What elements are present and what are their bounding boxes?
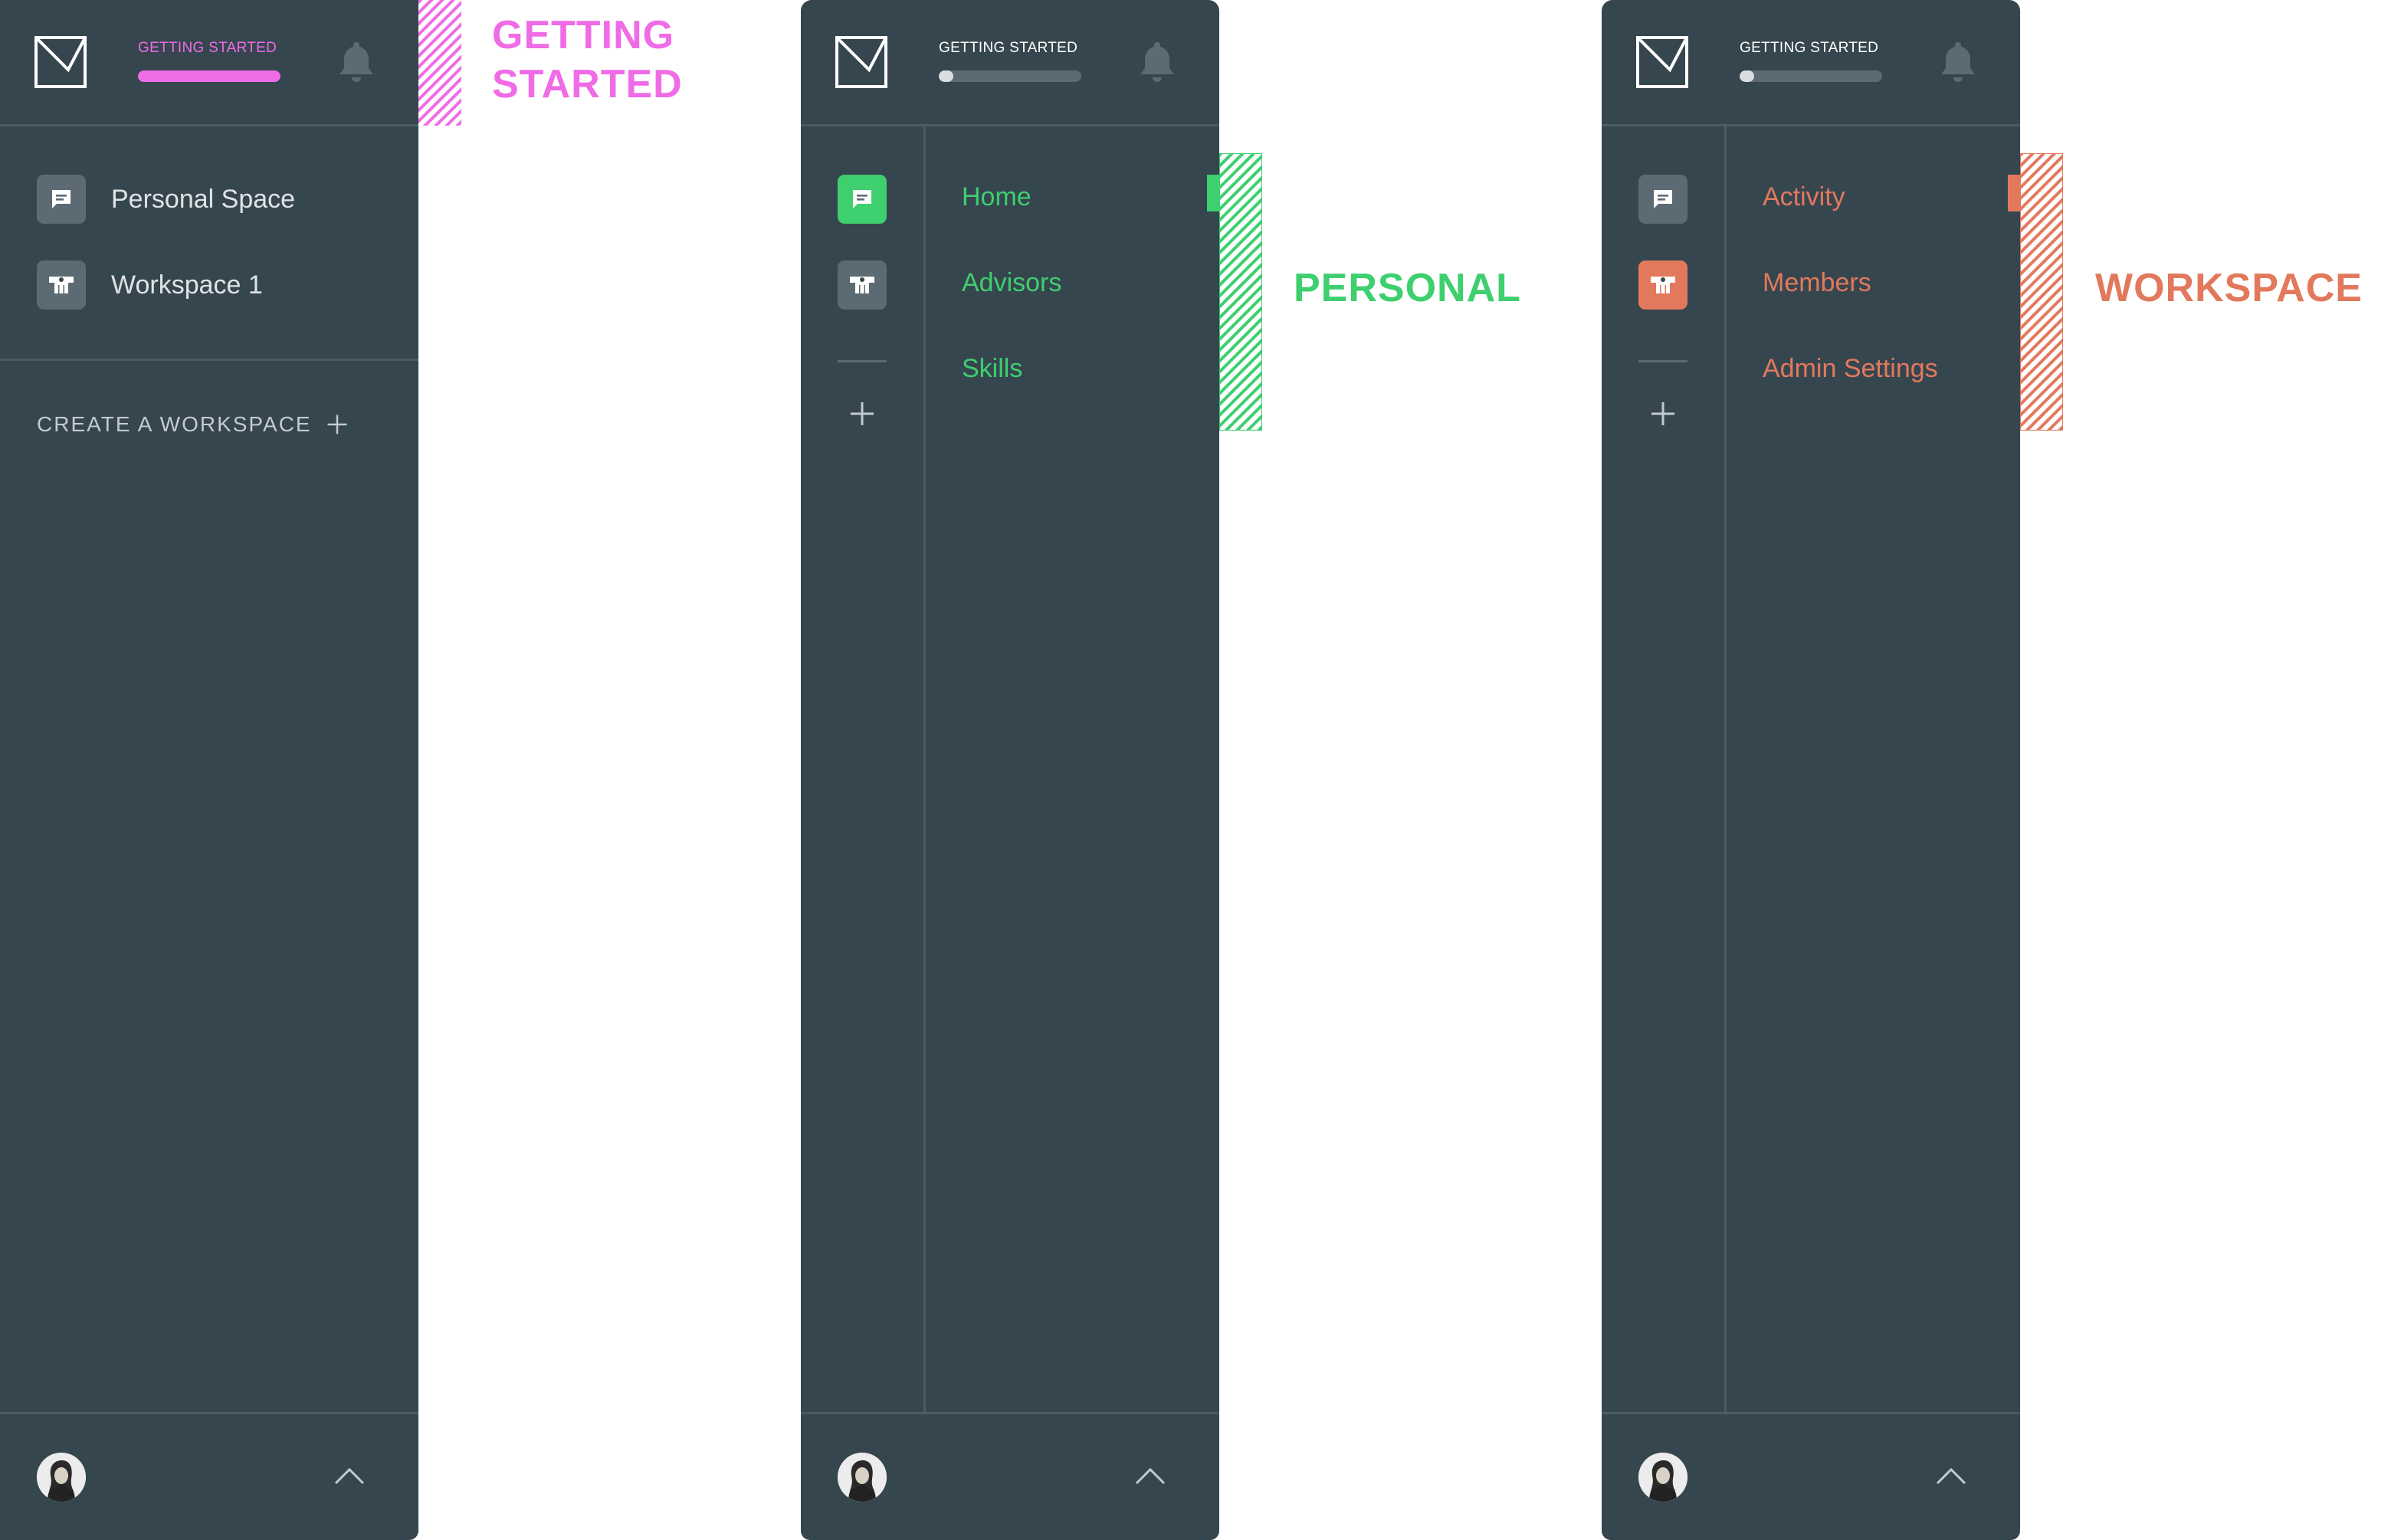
bell-icon[interactable]	[1939, 40, 1977, 83]
sidebar-header: GETTING STARTED	[1602, 0, 2020, 126]
footer-divider	[801, 1412, 1219, 1414]
chevron-up-icon[interactable]	[1133, 1465, 1167, 1488]
getting-started-progress[interactable]	[1740, 70, 1882, 82]
nav-admin-settings[interactable]: Admin Settings	[1763, 354, 1938, 384]
nav-members[interactable]: Members	[1763, 268, 1871, 298]
callout-line: STARTED	[492, 62, 683, 106]
workspace-item-label: Personal Space	[111, 184, 296, 214]
divider	[0, 359, 418, 361]
getting-started-progress-fill	[138, 70, 280, 82]
avatar[interactable]	[1638, 1453, 1687, 1502]
workspace-icon	[1648, 270, 1678, 300]
getting-started-progress[interactable]	[138, 70, 280, 82]
create-workspace-button[interactable]: CREATE A WORKSPACE	[37, 412, 349, 437]
rail-workspace[interactable]	[1638, 260, 1687, 310]
rail-workspace[interactable]	[838, 260, 887, 310]
workspace-item-workspace-1[interactable]: Workspace 1	[37, 260, 263, 310]
sidebar-header: GETTING STARTED	[801, 0, 1219, 126]
workspace-icon	[847, 270, 877, 300]
plus-icon[interactable]	[1649, 400, 1677, 428]
personal-indicator	[1218, 152, 1263, 431]
getting-started-label[interactable]: GETTING STARTED	[138, 40, 277, 57]
chevron-up-icon[interactable]	[333, 1465, 366, 1488]
active-marker	[2008, 175, 2020, 211]
plus-icon	[326, 413, 349, 436]
workspace-indicator	[2019, 152, 2064, 431]
avatar[interactable]	[37, 1453, 86, 1502]
callout-getting-started: GETTING STARTED	[492, 11, 683, 109]
nav-activity[interactable]: Activity	[1763, 182, 1845, 212]
chat-icon	[37, 175, 86, 224]
getting-started-progress-fill	[1740, 70, 1754, 82]
getting-started-label[interactable]: GETTING STARTED	[939, 40, 1077, 57]
getting-started-progress-fill	[939, 70, 953, 82]
callout-line: GETTING	[492, 13, 675, 57]
chat-icon	[1651, 187, 1675, 211]
callout-workspace: WORKSPACE	[2095, 266, 2363, 310]
getting-started-indicator	[418, 0, 461, 126]
rail-divider	[923, 124, 926, 1412]
callout-personal: PERSONAL	[1294, 266, 1521, 310]
rail-personal-space[interactable]	[1638, 175, 1687, 224]
rail-separator	[838, 360, 887, 362]
workspace-item-personal-space[interactable]: Personal Space	[37, 175, 295, 224]
sidebar-workspace: GETTING STARTED Activity Members Admin S…	[1602, 0, 2020, 1540]
sidebar-personal: GETTING STARTED Home Advisors Skills	[801, 0, 1219, 1540]
rail-divider	[1724, 124, 1727, 1412]
sidebar-getting-started: GETTING STARTED Personal Space Workspace…	[0, 0, 418, 1540]
chevron-up-icon[interactable]	[1934, 1465, 1968, 1488]
rail-personal-space[interactable]	[838, 175, 887, 224]
create-workspace-label: CREATE A WORKSPACE	[37, 412, 312, 436]
active-marker	[1207, 175, 1219, 211]
chat-icon	[850, 187, 874, 211]
sidebar-header: GETTING STARTED	[0, 0, 418, 126]
plus-icon[interactable]	[848, 400, 876, 428]
avatar[interactable]	[838, 1453, 887, 1502]
nav-advisors[interactable]: Advisors	[962, 268, 1061, 298]
logo[interactable]	[34, 35, 87, 89]
bell-icon[interactable]	[1138, 40, 1176, 83]
footer-divider	[0, 1412, 418, 1414]
bell-icon[interactable]	[337, 40, 376, 83]
logo[interactable]	[1635, 35, 1689, 89]
footer-divider	[1602, 1412, 2020, 1414]
nav-skills[interactable]: Skills	[962, 354, 1022, 384]
logo[interactable]	[835, 35, 888, 89]
workspace-icon	[37, 260, 86, 310]
getting-started-label[interactable]: GETTING STARTED	[1740, 40, 1878, 57]
rail-separator	[1638, 360, 1687, 362]
nav-home[interactable]: Home	[962, 182, 1032, 212]
getting-started-progress[interactable]	[939, 70, 1081, 82]
workspace-item-label: Workspace 1	[111, 270, 263, 300]
